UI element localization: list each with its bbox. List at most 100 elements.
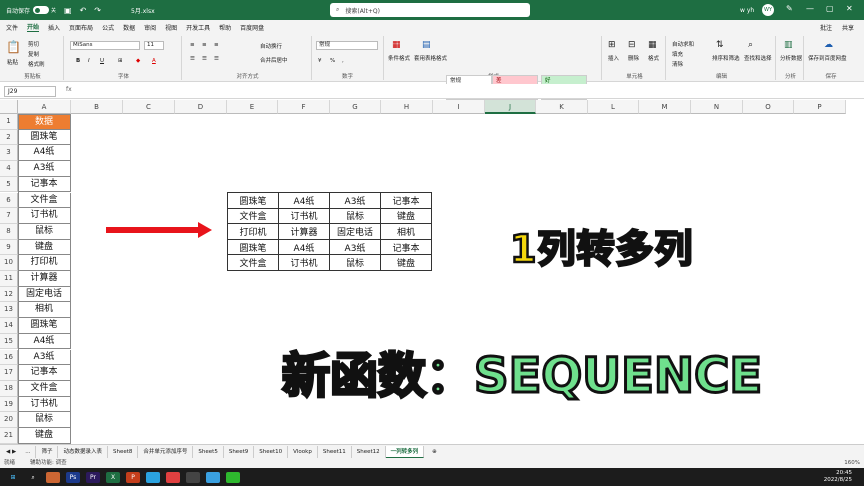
- share-button[interactable]: 共享: [842, 23, 854, 32]
- data-cell[interactable]: 相机: [18, 302, 71, 319]
- comment-button[interactable]: 批注: [820, 23, 832, 32]
- row-header[interactable]: 10: [0, 255, 18, 271]
- data-cell[interactable]: A4纸: [18, 145, 71, 162]
- pen-icon[interactable]: ✎: [786, 4, 793, 13]
- column-header[interactable]: H: [381, 100, 433, 114]
- delete-icon[interactable]: ⊟: [628, 40, 636, 50]
- sheet-tab[interactable]: 筛子: [36, 445, 59, 458]
- column-header[interactable]: E: [227, 100, 278, 114]
- paste-button[interactable]: 粘贴: [7, 58, 18, 66]
- data-cell[interactable]: 计算器: [18, 271, 71, 287]
- delete-button[interactable]: 删除: [628, 54, 639, 62]
- sheet-tab[interactable]: 一列转多列: [385, 445, 425, 458]
- table-cell[interactable]: 打印机: [227, 223, 279, 240]
- add-sheet-icon[interactable]: ⊕: [432, 449, 437, 455]
- table-cell[interactable]: 记事本: [380, 238, 432, 256]
- save-baidu-button[interactable]: 保存到百度网盘: [808, 54, 847, 62]
- row-header[interactable]: 12: [0, 286, 18, 303]
- table-cell[interactable]: 订书机: [278, 207, 330, 225]
- ribbon-tab[interactable]: 插入: [48, 23, 60, 32]
- fx-icon[interactable]: fx: [66, 86, 72, 93]
- sheet-tab[interactable]: Sheet11: [318, 445, 352, 458]
- align-center-icon[interactable]: ☰: [202, 56, 207, 62]
- wechat-icon[interactable]: [226, 471, 240, 483]
- zoom-level[interactable]: 160%: [844, 458, 860, 468]
- app4-icon[interactable]: [186, 471, 200, 483]
- column-header[interactable]: D: [175, 100, 227, 114]
- data-cell[interactable]: A3纸: [18, 161, 71, 177]
- ribbon-tab[interactable]: 百度网盘: [240, 23, 264, 32]
- powerpoint-icon[interactable]: P: [126, 471, 140, 483]
- column-header[interactable]: C: [123, 100, 175, 114]
- row-header[interactable]: 3: [0, 145, 18, 162]
- sort-filter-button[interactable]: 排序和筛选: [712, 54, 740, 62]
- accessibility-status[interactable]: 辅助功能: 调查: [30, 458, 67, 468]
- analyze-data-icon[interactable]: ▥: [784, 40, 793, 50]
- ribbon-tab[interactable]: 公式: [102, 23, 114, 32]
- data-cell[interactable]: A3纸: [18, 349, 71, 366]
- row-header[interactable]: 2: [0, 129, 18, 146]
- row-header[interactable]: 11: [0, 271, 18, 287]
- find-select-button[interactable]: 查找和选择: [744, 54, 772, 62]
- row-header[interactable]: 17: [0, 365, 18, 381]
- ribbon-tab[interactable]: 审阅: [144, 23, 156, 32]
- row-header[interactable]: 8: [0, 223, 18, 240]
- search-input[interactable]: ⌕ 搜索(Alt+Q): [330, 3, 530, 17]
- table-cell[interactable]: A4纸: [278, 192, 330, 209]
- conditional-format-button[interactable]: 条件格式: [388, 54, 410, 62]
- align-left-icon[interactable]: ☰: [190, 56, 195, 62]
- sort-filter-icon[interactable]: ⇅: [716, 40, 724, 50]
- conditional-format-icon[interactable]: ▦: [392, 40, 401, 50]
- format-icon[interactable]: ▦: [648, 40, 657, 50]
- underline-button[interactable]: U: [100, 58, 104, 64]
- number-format-select[interactable]: 常规: [316, 41, 378, 50]
- data-cell[interactable]: 打印机: [18, 255, 71, 271]
- data-cell[interactable]: 固定电话: [18, 286, 71, 303]
- table-cell[interactable]: 计算器: [278, 223, 330, 240]
- excel-icon[interactable]: X: [106, 471, 120, 483]
- sheet-tab[interactable]: Sheet5: [193, 445, 224, 458]
- data-cell[interactable]: A4纸: [18, 333, 71, 350]
- data-cell[interactable]: 文件盒: [18, 192, 71, 209]
- data-cell[interactable]: 圆珠笔: [18, 318, 71, 334]
- table-cell[interactable]: 鼠标: [329, 254, 381, 271]
- table-cell[interactable]: A4纸: [278, 238, 330, 256]
- baidu-cloud-icon[interactable]: ☁: [824, 40, 833, 50]
- table-cell[interactable]: 鼠标: [329, 207, 381, 225]
- font-size-select[interactable]: 11: [144, 41, 164, 50]
- table-cell[interactable]: 固定电话: [329, 223, 381, 240]
- column-header[interactable]: M: [639, 100, 691, 114]
- photoshop-icon[interactable]: Ps: [66, 471, 80, 483]
- sheet-prev-icon[interactable]: ◀ ▶: [6, 449, 16, 455]
- table-cell[interactable]: 订书机: [278, 254, 330, 271]
- browser-icon[interactable]: [206, 471, 220, 483]
- row-header[interactable]: 1: [0, 114, 18, 130]
- format-button[interactable]: 格式: [648, 54, 659, 62]
- data-cell[interactable]: 订书机: [18, 396, 71, 413]
- align-bottom-icon[interactable]: ≡: [214, 42, 219, 48]
- app2-icon[interactable]: [146, 471, 160, 483]
- wrap-text-button[interactable]: 自动换行: [260, 42, 282, 50]
- sheet-tab[interactable]: Vlookp: [288, 445, 318, 458]
- ribbon-tab[interactable]: 数据: [123, 23, 135, 32]
- redo-icon[interactable]: ↷: [94, 6, 101, 15]
- ribbon-tab[interactable]: 页面布局: [69, 23, 93, 32]
- row-header[interactable]: 20: [0, 412, 18, 428]
- fill-button[interactable]: 填充: [672, 50, 683, 58]
- table-cell[interactable]: 相机: [380, 223, 432, 240]
- row-header[interactable]: 18: [0, 380, 18, 397]
- column-header[interactable]: I: [433, 100, 485, 114]
- merge-center-button[interactable]: 合并后居中: [260, 56, 288, 64]
- italic-button[interactable]: I: [88, 58, 90, 64]
- sheet-tab[interactable]: 动态数据录入表: [58, 445, 108, 458]
- row-header[interactable]: 6: [0, 192, 18, 209]
- data-cell[interactable]: 键盘: [18, 239, 71, 256]
- table-cell[interactable]: 键盘: [380, 207, 432, 225]
- sheet-tab[interactable]: 合并单元添加序号: [138, 445, 194, 458]
- bold-button[interactable]: B: [76, 58, 80, 64]
- copy-button[interactable]: 复制: [28, 50, 39, 58]
- insert-button[interactable]: 插入: [608, 54, 619, 62]
- table-cell[interactable]: 键盘: [380, 254, 432, 271]
- start-icon[interactable]: ⊞: [6, 472, 20, 483]
- sheet-tab[interactable]: Sheet12: [352, 445, 386, 458]
